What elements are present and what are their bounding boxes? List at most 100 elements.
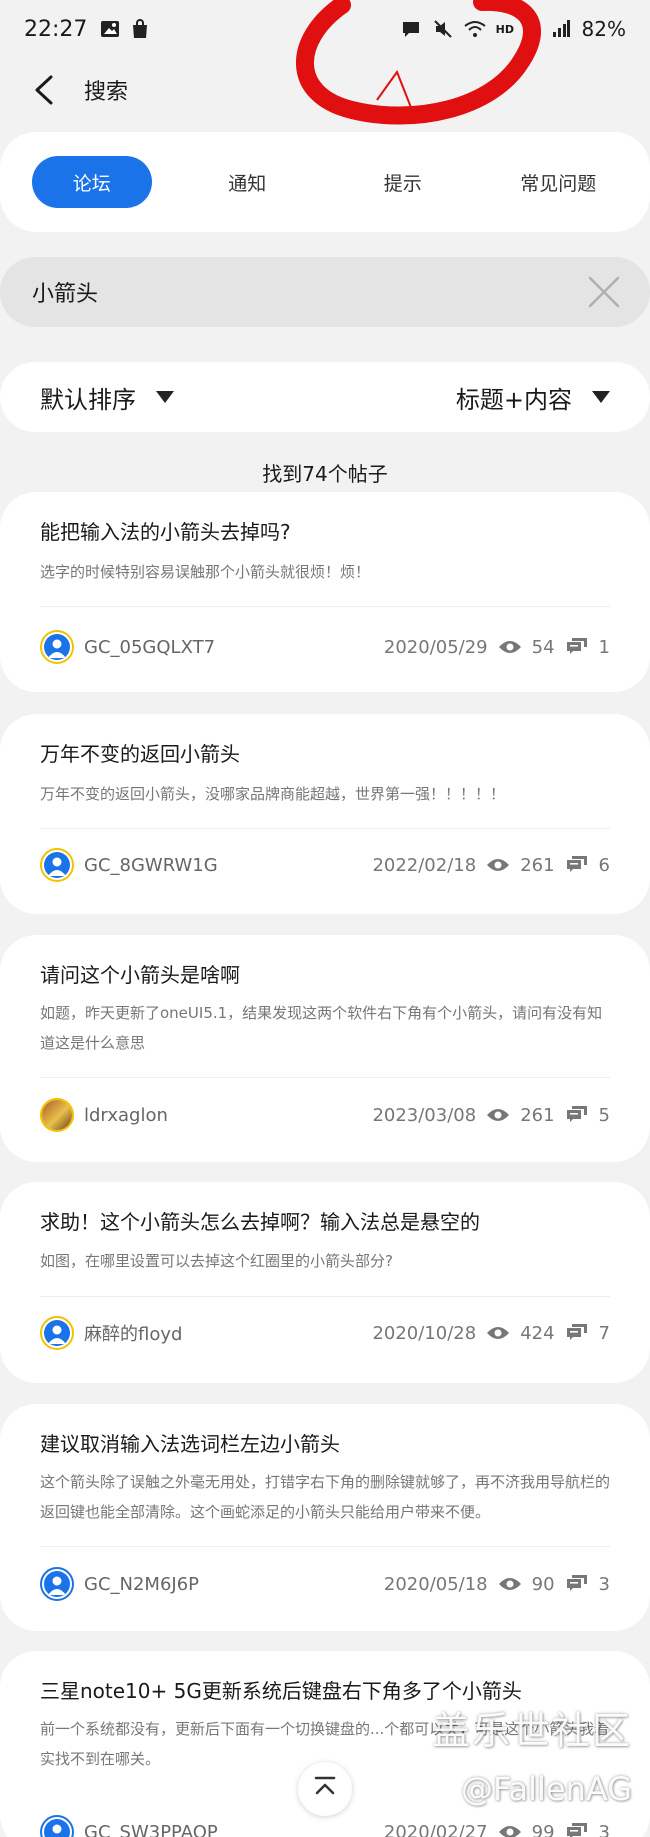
view-count: 261	[520, 1104, 555, 1126]
divider	[40, 1077, 610, 1078]
eye-icon	[498, 1822, 522, 1837]
divider	[40, 1546, 610, 1547]
author-name[interactable]: ldrxaglon	[84, 1105, 168, 1126]
eye-icon	[498, 1574, 522, 1594]
tab-faq[interactable]: 常见问题	[498, 156, 618, 208]
signal-label: 5G	[524, 22, 540, 36]
scroll-to-top-button[interactable]	[298, 1762, 352, 1816]
reply-count: 3	[598, 1573, 610, 1595]
post-excerpt: 如图，在哪里设置可以去掉这个红圈里的小箭头部分?	[40, 1252, 393, 1270]
arrow-up-to-top-icon	[313, 1776, 337, 1802]
comment-icon	[565, 1323, 589, 1343]
divider	[40, 1296, 610, 1297]
comment-icon	[565, 1105, 589, 1125]
post-title: 万年不变的返回小箭头	[40, 742, 240, 766]
post-stats: 2020/05/18 90 3	[384, 1574, 610, 1595]
post-meta: GC_N2M6J6P 2020/05/18 90 3	[40, 1567, 610, 1601]
post-meta: GC_05GQLXT7 2020/05/29 54 1	[40, 630, 610, 664]
post-title: 建议取消输入法选词栏左边小箭头	[40, 1432, 340, 1456]
post-excerpt: 选字的时候特别容易误触那个小箭头就很烦！烦！	[40, 563, 371, 581]
mute-icon	[432, 18, 454, 40]
post-card[interactable]: 请问这个小箭头是啥啊 如题，昨天更新了oneUI5.1，结果发现这两个软件右下角…	[0, 935, 650, 1162]
post-excerpt: 这个箭头除了误触之外毫无用处，打错字右下角的删除键就够了，再不济我用导航栏的返回…	[40, 1473, 611, 1521]
eye-icon	[498, 637, 522, 657]
result-count: 找到74个帖子	[262, 462, 388, 486]
page-title: 搜索	[84, 80, 129, 105]
comment-icon	[565, 1574, 589, 1594]
post-meta: GC_8GWRW1G 2022/02/18 261 6	[40, 848, 610, 882]
avatar[interactable]	[40, 1815, 74, 1837]
post-stats: 2020/05/29 54 1	[384, 637, 610, 658]
divider	[40, 828, 610, 829]
message-icon	[400, 18, 422, 40]
reply-count: 6	[598, 854, 610, 876]
post-title: 请问这个小箭头是啥啊	[40, 963, 240, 987]
post-date: 2023/03/08	[372, 1104, 477, 1126]
top-bar: 搜索	[0, 58, 650, 122]
back-arrow-icon[interactable]	[26, 72, 62, 108]
status-left-icons	[99, 18, 151, 40]
eye-icon	[486, 1323, 510, 1343]
person-icon	[44, 1819, 70, 1837]
status-bar: 22:27 HD 5G 82%	[0, 0, 650, 58]
sort-order-label: 默认排序	[40, 385, 136, 414]
author-name[interactable]: GC_8GWRW1G	[84, 855, 218, 876]
clear-icon[interactable]	[584, 272, 624, 312]
tab-tips[interactable]: 提示	[343, 156, 463, 208]
avatar[interactable]	[40, 1316, 74, 1350]
battery-percent: 82%	[581, 17, 626, 41]
post-meta: ldrxaglon 2023/03/08 261 5	[40, 1098, 610, 1132]
tab-notifications[interactable]: 通知	[187, 156, 307, 208]
search-input[interactable]	[32, 279, 584, 305]
post-stats: 2023/03/08 261 5	[372, 1105, 610, 1126]
sort-bar: 默认排序 标题+内容	[0, 362, 650, 432]
category-tabs: 论坛 通知 提示 常见问题	[0, 132, 650, 232]
status-right: HD 5G 82%	[400, 17, 626, 41]
signal-icon	[550, 18, 572, 40]
comment-icon	[565, 637, 589, 657]
divider	[40, 606, 610, 607]
avatar[interactable]	[40, 630, 74, 664]
post-card[interactable]: 万年不变的返回小箭头 万年不变的返回小箭头，没哪家品牌商能超越，世界第一强！！！…	[0, 714, 650, 914]
author-name[interactable]: GC_SW3PPAQP	[84, 1822, 218, 1837]
person-icon	[44, 634, 70, 660]
wifi-icon	[464, 18, 486, 40]
watermark-user: @FallenAG	[461, 1770, 632, 1808]
watermark-site: 盖乐世社区	[431, 1709, 632, 1753]
reply-count: 3	[598, 1821, 610, 1837]
post-card[interactable]: 能把输入法的小箭头去掉吗? 选字的时候特别容易误触那个小箭头就很烦！烦！ GC_…	[0, 492, 650, 692]
search-box	[0, 257, 650, 327]
status-time: 22:27	[24, 16, 88, 42]
post-date: 2020/02/27	[383, 1821, 488, 1837]
author-name[interactable]: GC_05GQLXT7	[84, 637, 215, 658]
view-count: 90	[531, 1573, 555, 1595]
tab-forum[interactable]: 论坛	[31, 156, 152, 208]
person-icon	[44, 1571, 70, 1597]
author-name[interactable]: 麻醉的floyd	[84, 1320, 182, 1346]
avatar[interactable]	[40, 848, 74, 882]
shopping-bag-icon	[129, 18, 151, 40]
sort-order-dropdown[interactable]: 默认排序	[40, 380, 174, 415]
hd-label: HD	[495, 22, 515, 36]
post-date: 2020/05/18	[383, 1573, 488, 1595]
caret-down-icon	[156, 391, 174, 403]
search-scope-dropdown[interactable]: 标题+内容	[456, 380, 610, 415]
comment-icon	[565, 855, 589, 875]
post-excerpt: 万年不变的返回小箭头，没哪家品牌商能超越，世界第一强！！！！！	[40, 785, 506, 803]
author-name[interactable]: GC_N2M6J6P	[84, 1574, 199, 1595]
post-card[interactable]: 求助！这个小箭头怎么去掉啊？输入法总是悬空的 如图，在哪里设置可以去掉这个红圈里…	[0, 1182, 650, 1383]
eye-icon	[486, 855, 510, 875]
post-meta: 麻醉的floyd 2020/10/28 424 7	[40, 1316, 610, 1350]
person-icon	[44, 852, 70, 878]
search-scope-label: 标题+内容	[455, 385, 572, 414]
reply-count: 1	[598, 636, 610, 658]
post-meta: GC_SW3PPAQP 2020/02/27 99 3	[40, 1815, 610, 1837]
post-date: 2022/02/18	[372, 854, 477, 876]
view-count: 99	[531, 1821, 555, 1837]
reply-count: 5	[598, 1104, 610, 1126]
post-stats: 2022/02/18 261 6	[372, 855, 610, 876]
avatar[interactable]	[40, 1567, 74, 1601]
avatar[interactable]	[40, 1098, 74, 1132]
post-card[interactable]: 建议取消输入法选词栏左边小箭头 这个箭头除了误触之外毫无用处，打错字右下角的删除…	[0, 1404, 650, 1631]
post-title: 求助！这个小箭头怎么去掉啊？输入法总是悬空的	[40, 1210, 480, 1234]
